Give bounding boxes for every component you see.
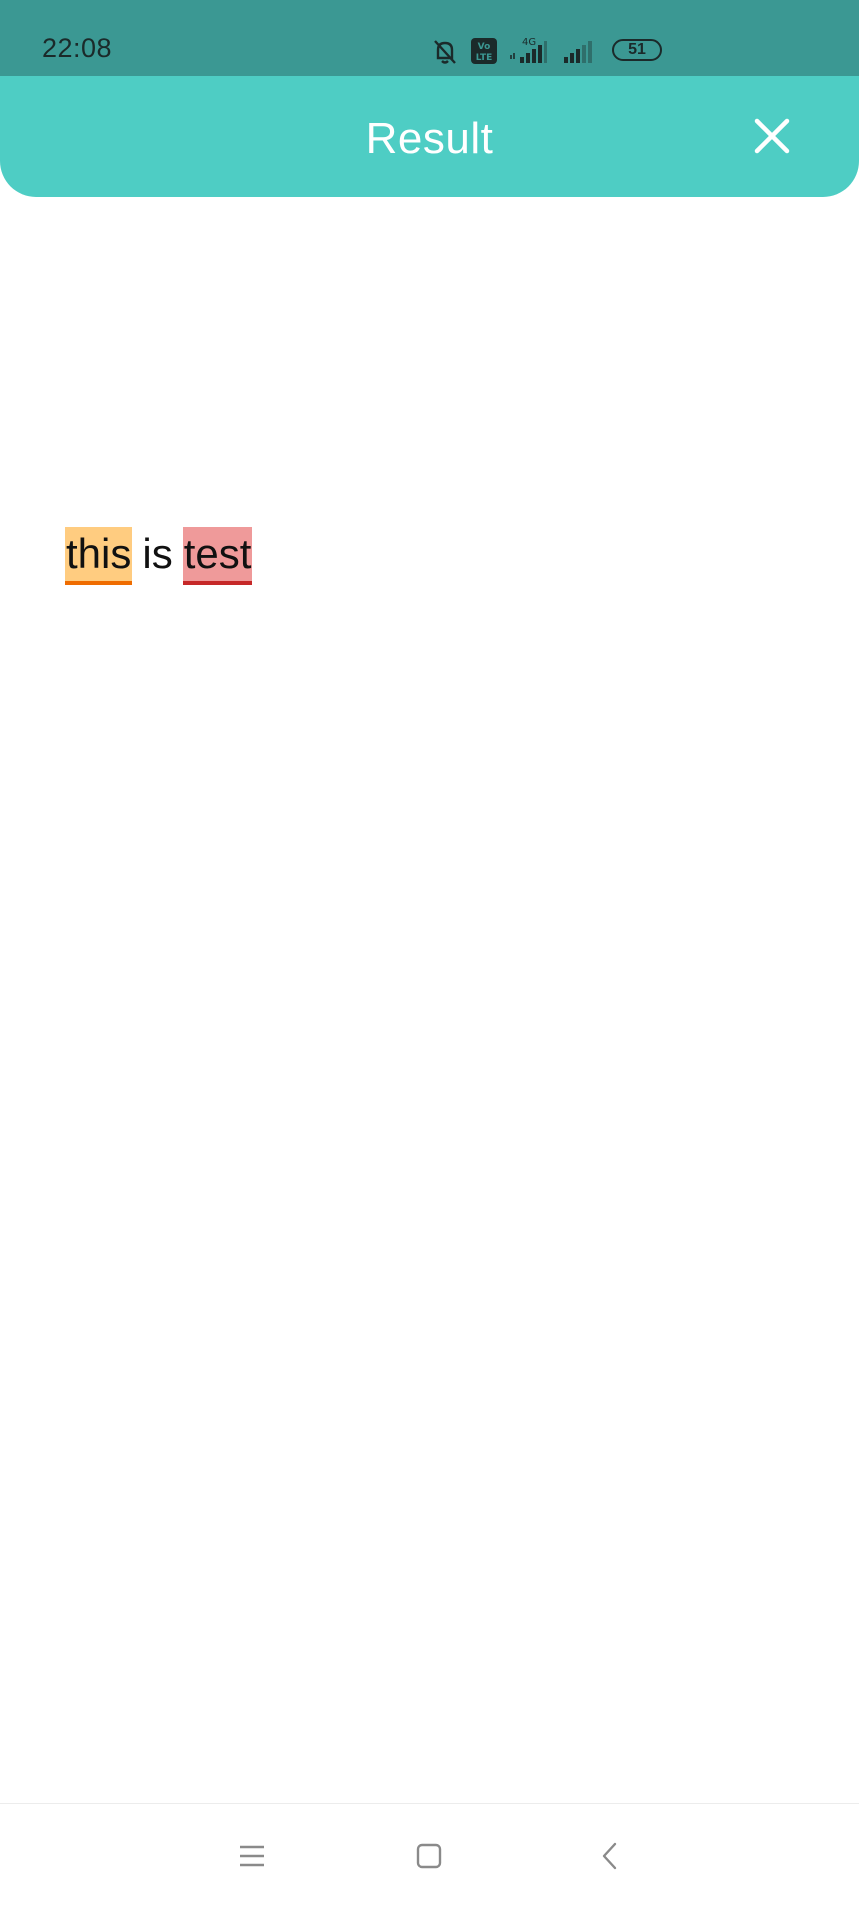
status-bar: 22:08 Vo LTE 4G 51 bbox=[0, 0, 859, 76]
close-button[interactable] bbox=[748, 112, 796, 160]
plain-word: is bbox=[142, 530, 173, 577]
home-icon bbox=[416, 1843, 442, 1869]
menu-icon bbox=[240, 1845, 264, 1867]
battery-icon: 51 bbox=[612, 39, 662, 61]
status-icons: Vo LTE 4G bbox=[430, 34, 598, 68]
status-time: 22:08 bbox=[42, 33, 113, 63]
result-text: this is test bbox=[65, 527, 253, 585]
page-title: Result bbox=[365, 114, 494, 163]
back-button[interactable] bbox=[588, 1834, 632, 1878]
svg-text:Vo: Vo bbox=[478, 42, 491, 52]
back-icon bbox=[602, 1842, 617, 1870]
recent-apps-button[interactable] bbox=[230, 1834, 274, 1878]
svg-text:LTE: LTE bbox=[476, 53, 493, 63]
system-nav-bar bbox=[0, 1804, 859, 1908]
bell-muted-icon bbox=[430, 36, 460, 66]
battery-level: 51 bbox=[628, 41, 646, 58]
signal-4g-icon: 4G bbox=[508, 35, 552, 67]
highlighted-word-warning[interactable]: this bbox=[65, 527, 133, 585]
signal-icon bbox=[562, 35, 598, 67]
app-bar: Result bbox=[0, 76, 859, 197]
screen: 22:08 Vo LTE 4G 51 Result this is test bbox=[0, 0, 859, 1908]
svg-text:4G: 4G bbox=[522, 37, 536, 48]
highlighted-word-error[interactable]: test bbox=[182, 527, 253, 585]
home-button[interactable] bbox=[407, 1834, 451, 1878]
close-icon bbox=[754, 118, 790, 154]
volte-icon: Vo LTE bbox=[470, 37, 498, 65]
